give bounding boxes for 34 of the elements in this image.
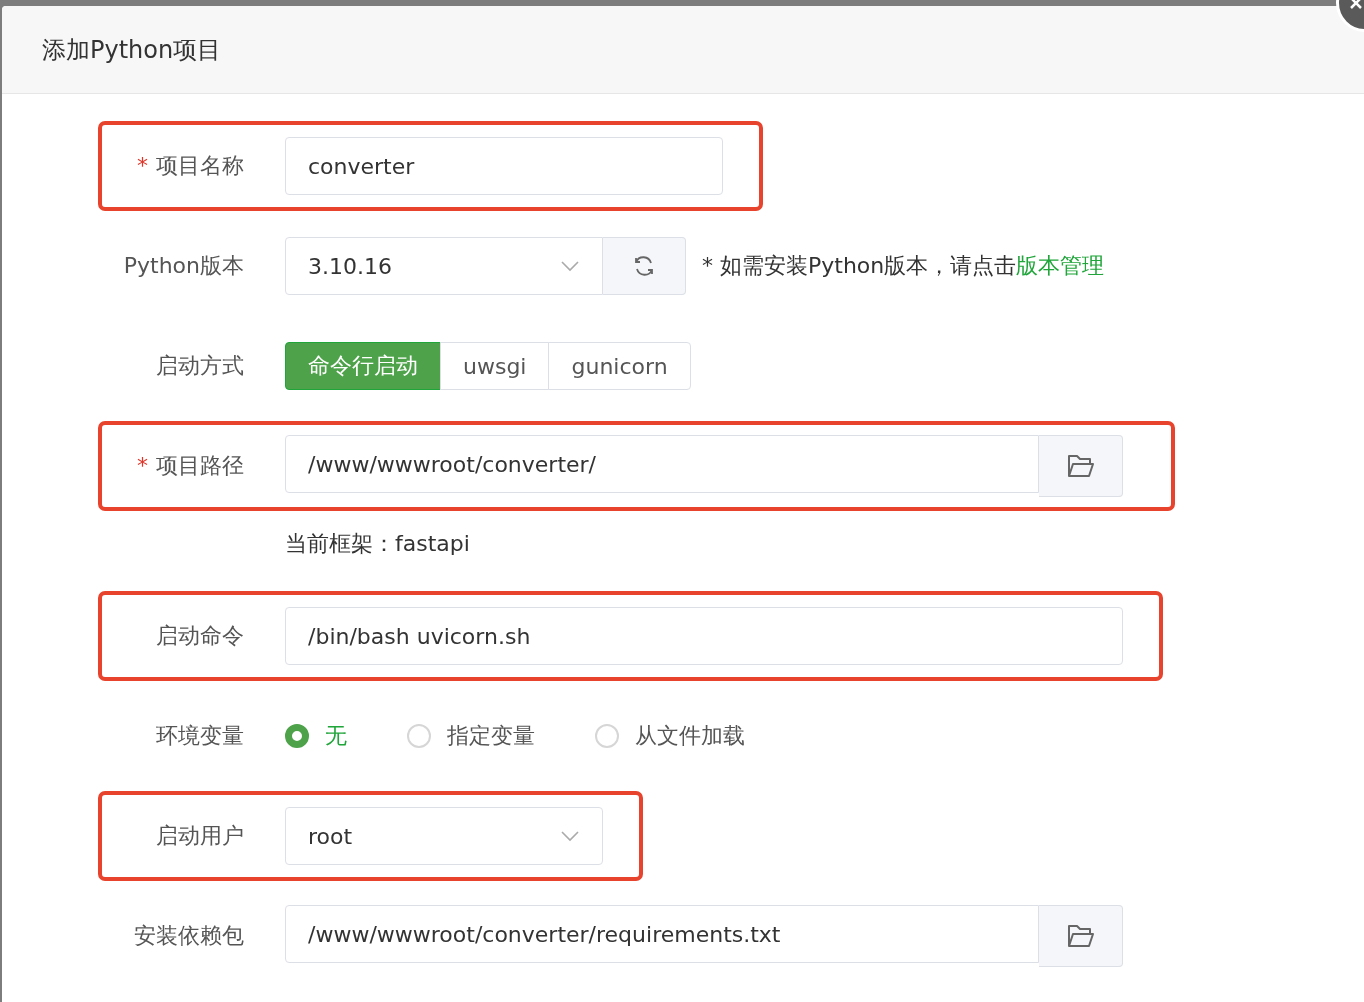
field-label: 启动用户 <box>155 822 244 850</box>
select-value: root <box>308 823 353 849</box>
refresh-button[interactable] <box>603 237 686 295</box>
radio-button[interactable] <box>285 724 309 748</box>
path-field[interactable]: /www/wwwroot/converter/ <box>285 435 1039 493</box>
version-select[interactable]: 3.10.16 <box>285 237 603 295</box>
field-label: 安装依赖包 <box>133 922 244 950</box>
mode-tab[interactable]: uwsgi <box>440 342 550 390</box>
dialog-title: 添加Python项目 <box>42 34 222 66</box>
field-label: Python版本 <box>122 252 244 280</box>
hint-text: * 如需安装Python版本，请点击版本管理 <box>702 252 1105 280</box>
folder-icon <box>1066 454 1095 478</box>
radio-label: 指定变量 <box>447 722 535 750</box>
chevron-down-icon <box>560 260 580 272</box>
refresh-icon <box>633 255 655 277</box>
radio-label: 无 <box>325 722 347 750</box>
text-field[interactable]: /bin/bash uvicorn.sh <box>285 607 1123 665</box>
radio-label: 从文件加载 <box>635 722 745 750</box>
field-label: * 项目路径 <box>136 452 244 480</box>
path-field[interactable]: /www/wwwroot/converter/requirements.txt <box>285 905 1039 963</box>
close-icon <box>1349 0 1363 10</box>
framework-note: 当前框架：fastapi <box>285 530 470 558</box>
select-value: 3.10.16 <box>308 253 392 279</box>
text-field[interactable]: converter <box>285 137 723 195</box>
field-label: 启动命令 <box>155 622 244 650</box>
mode-tab[interactable]: gunicorn <box>548 342 691 390</box>
field-label: 启动方式 <box>155 352 244 380</box>
folder-button[interactable] <box>1039 905 1123 967</box>
field-label: * 项目名称 <box>136 152 244 180</box>
field-label: 环境变量 <box>155 722 244 750</box>
chevron-down-icon <box>560 830 580 842</box>
user-select[interactable]: root <box>285 807 603 865</box>
folder-icon <box>1066 924 1095 948</box>
folder-button[interactable] <box>1039 435 1123 497</box>
